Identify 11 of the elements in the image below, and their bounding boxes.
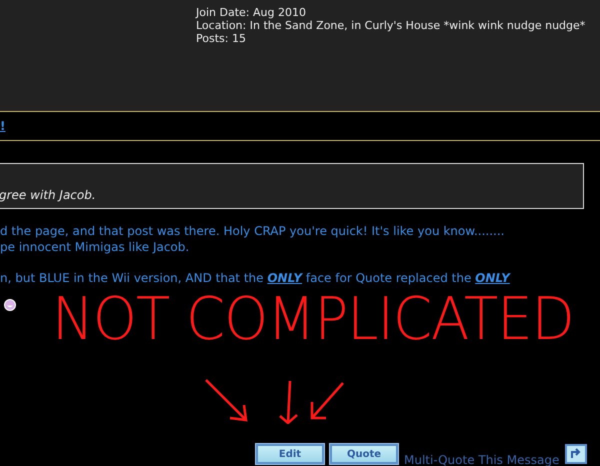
post-text: d the page, and that post was there. Holy CRAP you're quick! It's like you know........ pe innocent Mimigas like Jacob. xyxy=(0,223,506,255)
edit-button[interactable]: Edit xyxy=(256,444,324,464)
quote-button[interactable]: Quote xyxy=(330,444,398,464)
handwritten-annotation: NOT COMPLICATED xyxy=(52,290,574,350)
post-text: n, but BLUE in the Wii version, AND that the ONLY face for Quote replaced the ONLY xyxy=(0,270,512,286)
user-info-line: Location: In the Sand Zone, in Curly's House *wink wink nudge nudge* xyxy=(196,19,586,32)
user-info-line: Posts: 15 xyxy=(196,32,247,45)
smiley-icon xyxy=(4,299,16,311)
user-info-line: Join Date: Aug 2010 xyxy=(196,6,307,19)
link[interactable]: ! xyxy=(0,119,6,133)
multi-quote-icon[interactable] xyxy=(565,444,588,464)
